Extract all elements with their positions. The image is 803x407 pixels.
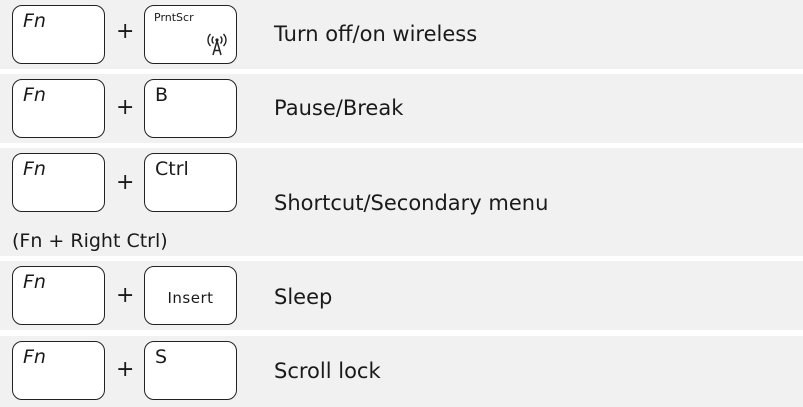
insert-key-label: Insert bbox=[167, 289, 214, 307]
fn-key-label: Fn bbox=[23, 10, 46, 32]
fn-key-label: Fn bbox=[23, 84, 46, 106]
fn-key-label: Fn bbox=[23, 271, 46, 293]
shortcut-row-wireless: Fn + PrntScr Turn off/on wireless bbox=[0, 0, 803, 69]
fn-key: Fn bbox=[12, 153, 105, 212]
fn-key: Fn bbox=[12, 341, 105, 400]
prntscr-key-label: PrntScr bbox=[154, 11, 194, 24]
action-label: Shortcut/Secondary menu bbox=[274, 191, 549, 215]
plus-sign: + bbox=[116, 95, 135, 120]
plus-sign: + bbox=[116, 357, 135, 382]
b-key-label: B bbox=[155, 84, 169, 106]
plus-sign: + bbox=[116, 283, 135, 308]
ctrl-key-label: Ctrl bbox=[155, 158, 189, 180]
action-label: Turn off/on wireless bbox=[274, 22, 478, 46]
fn-key: Fn bbox=[12, 266, 105, 325]
b-key: B bbox=[144, 79, 237, 138]
shortcut-row-scroll-lock: Fn + S Scroll lock bbox=[0, 336, 803, 407]
shortcut-row-sleep: Fn + Insert Sleep bbox=[0, 261, 803, 330]
action-label: Sleep bbox=[274, 285, 333, 309]
shortcut-row-secondary-menu: Fn + Ctrl Shortcut/Secondary menu (Fn + … bbox=[0, 148, 803, 256]
plus-sign: + bbox=[116, 19, 135, 44]
insert-key: Insert bbox=[144, 266, 237, 325]
action-label: Scroll lock bbox=[274, 359, 381, 383]
fn-key: Fn bbox=[12, 5, 105, 64]
fn-key: Fn bbox=[12, 79, 105, 138]
fn-key-label: Fn bbox=[23, 346, 46, 368]
s-key: S bbox=[144, 341, 237, 400]
keyboard-shortcuts-table: Fn + PrntScr Turn off/on wireless Fn + B… bbox=[0, 0, 803, 407]
shortcut-row-pause-break: Fn + B Pause/Break bbox=[0, 74, 803, 143]
fn-key-label: Fn bbox=[23, 158, 46, 180]
ctrl-key: Ctrl bbox=[144, 153, 237, 212]
s-key-label: S bbox=[155, 346, 168, 368]
action-label: Pause/Break bbox=[274, 96, 404, 120]
prntscr-key: PrntScr bbox=[144, 5, 237, 64]
wireless-antenna-icon bbox=[207, 33, 227, 56]
plus-sign: + bbox=[116, 170, 135, 195]
shortcut-note: (Fn + Right Ctrl) bbox=[12, 230, 168, 252]
